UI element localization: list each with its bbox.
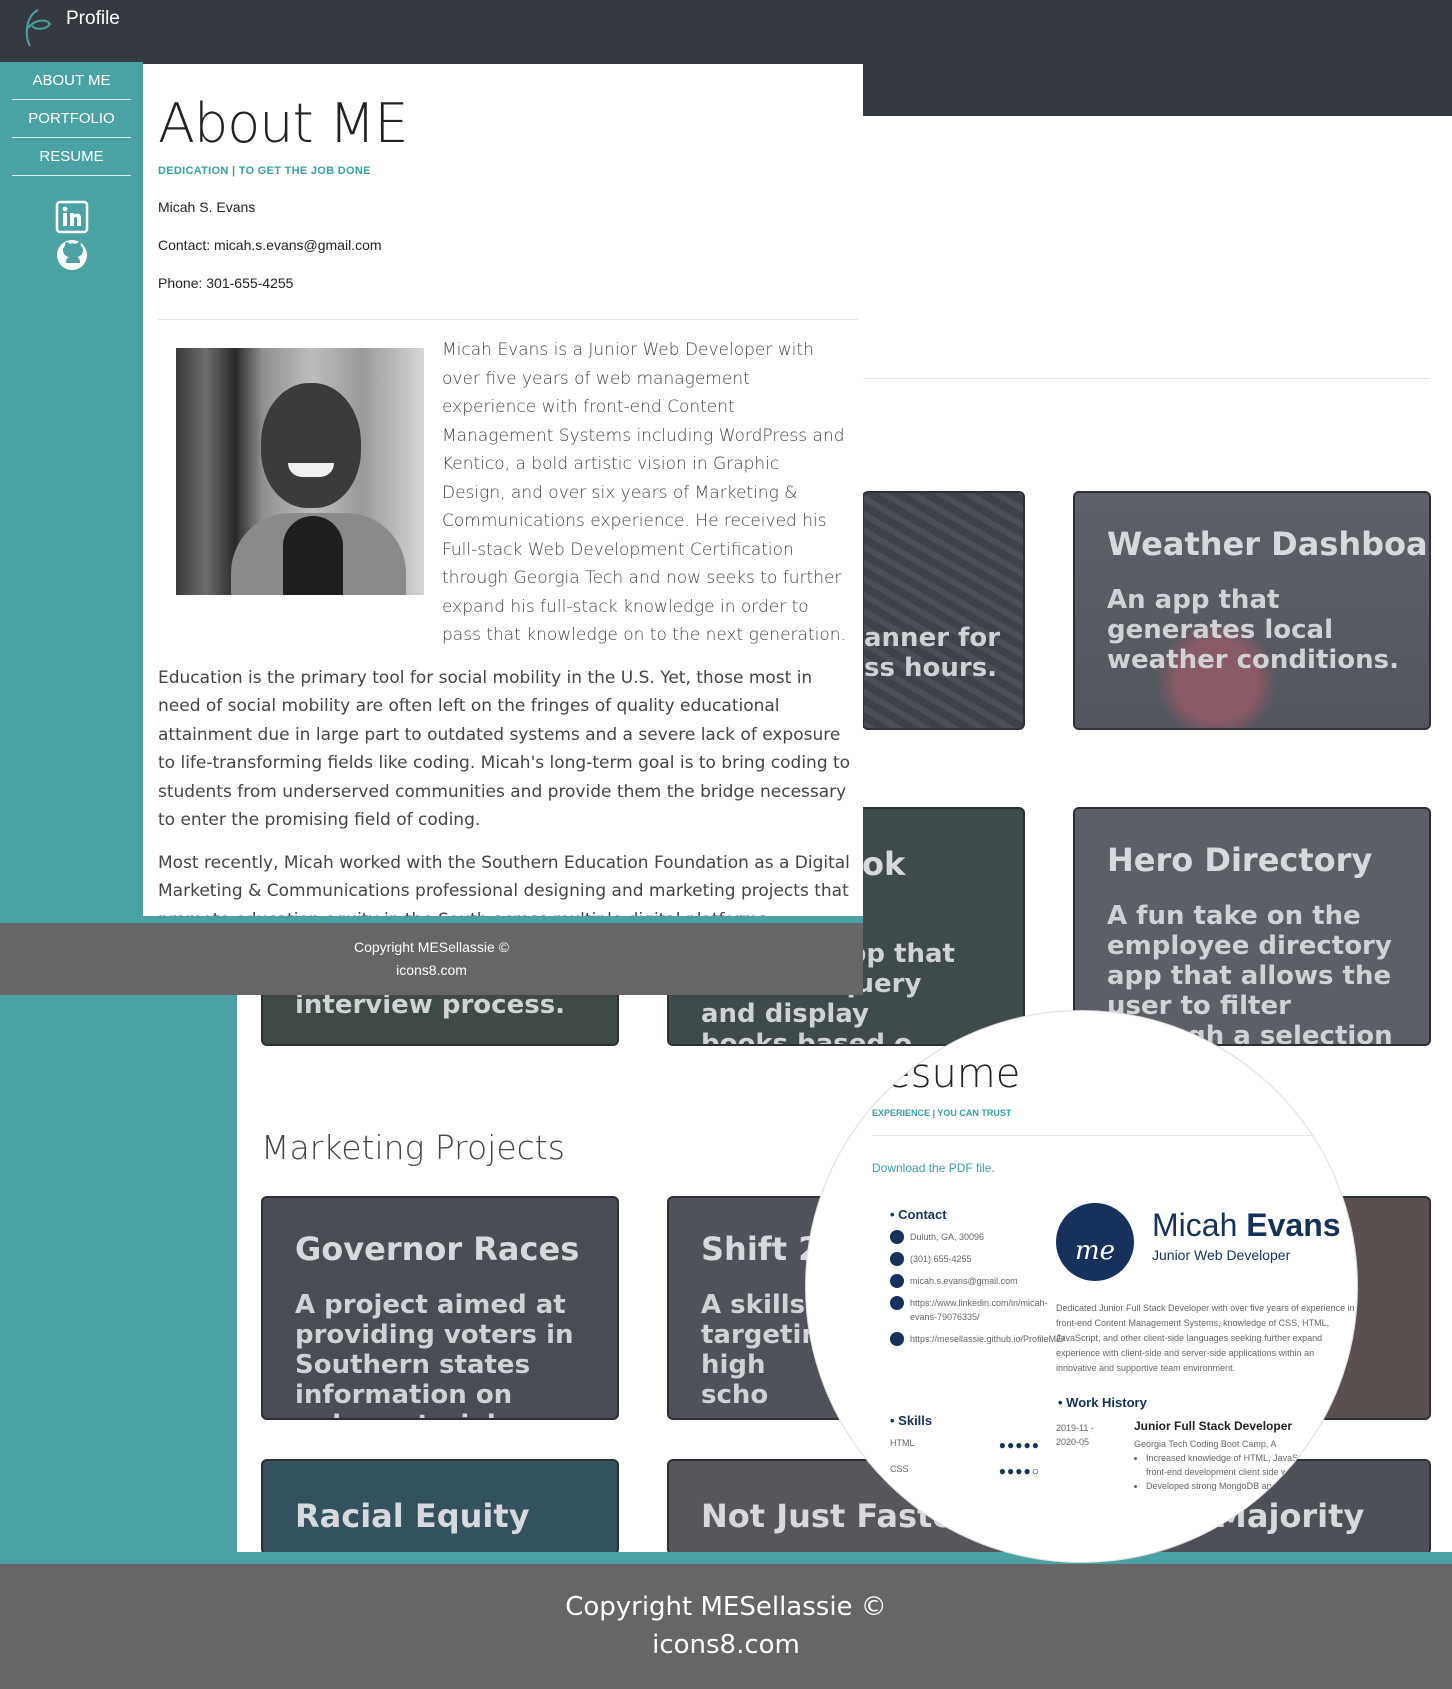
linkedin-icon[interactable] [55,200,89,234]
divider [158,319,858,320]
resume-contact: • Contact Duluth, GA, 30096 (301) 655-42… [890,1207,1065,1354]
contact-item[interactable]: https://mesellassie.github.io/ProfileME/ [890,1332,1065,1346]
resume-title: esume [886,1051,1021,1097]
about-name: Micah S. Evans [158,199,256,215]
card-title: Governor Races [295,1230,580,1268]
resume-summary: Dedicated Junior Full Stack Developer wi… [1056,1303,1355,1373]
card-description: An app that generates local weather cond… [1107,585,1400,675]
footer-copyright: Copyright MESellassie © [565,1592,887,1622]
marketing-projects-heading: Marketing Projects [261,1128,565,1167]
job-dates: 2019-11 - 2020-05 [1056,1423,1094,1447]
divider [872,1135,1318,1136]
portfolio-card[interactable]: anner for ss hours. [862,491,1025,730]
card-description: anner for ss hours. [864,623,1001,683]
page-footer: Copyright MESellassie © icons8.com [0,1564,1452,1689]
marketing-card-racial-equity[interactable]: Racial Equity [261,1459,619,1555]
resume-preview: esume EXPERIENCE | YOU CAN TRUST Downloa… [805,1010,1358,1563]
contact-item: micah.s.evans@gmail.com [890,1274,1040,1288]
portfolio-card-hero-directory[interactable]: Hero Directory A fun take on the employe… [1073,807,1431,1046]
sidebar-nav: ABOUT ME PORTFOLIO RESUME [0,62,143,922]
nav-about-me[interactable]: ABOUT ME [12,62,131,100]
divider [862,378,1430,379]
about-footer: Copyright MESellassie © icons8.com [0,923,863,995]
resume-skills: • Skills HTML ●●●●● CSS ●●●●○ [890,1413,1040,1490]
resume-name: Micah Evans [1152,1207,1341,1243]
phone-icon [890,1252,904,1266]
brand-title[interactable]: Profile [66,8,120,30]
skills-heading: • Skills [890,1413,933,1428]
skill-row: HTML ●●●●● [890,1438,1040,1452]
portfolio-card-weather-dashboard[interactable]: Weather Dashboard An app that generates … [1073,491,1431,730]
resume-avatar: me [1056,1203,1134,1281]
about-contact: Contact: micah.s.evans@gmail.com [158,237,382,253]
social-links [0,200,143,272]
job-entry: Junior Full Stack Developer Georgia Tech… [1134,1419,1334,1493]
resume-role: Junior Web Developer [1152,1247,1291,1263]
work-history-heading: • Work History [1058,1395,1147,1410]
footer-accent [0,1552,1452,1564]
footer-credit[interactable]: icons8.com [0,1626,1452,1664]
nav-resume[interactable]: RESUME [12,138,131,176]
resume-subtitle: EXPERIENCE | YOU CAN TRUST [872,1108,1012,1118]
contact-item: Duluth, GA, 30096 [890,1230,1040,1244]
about-paragraph: Education is the primary tool for social… [158,667,851,831]
nav-portfolio[interactable]: PORTFOLIO [12,100,131,138]
bio-row: Micah Evans is a Junior Web Developer wi… [158,340,849,650]
card-title: Racial Equity [295,1497,530,1535]
contact-heading: • Contact [890,1207,947,1222]
profile-photo [176,348,424,595]
card-title: Hero Directory [1107,841,1373,879]
bio-text: Micah Evans is a Junior Web Developer wi… [442,340,846,645]
job-bullets: Increased knowledge of HTML, JavaScript … [1146,1451,1334,1493]
about-panel: About ME DEDICATION | TO GET THE JOB DON… [143,64,863,930]
download-pdf-link[interactable]: Download the PDF file. [872,1161,995,1175]
email-icon [890,1274,904,1288]
card-title: ok [862,845,906,883]
about-footer-copyright: Copyright MESellassie © [353,939,510,955]
linkedin-icon [890,1296,904,1310]
logo-icon[interactable] [20,6,54,48]
card-description: A project aimed at providing voters in S… [295,1290,574,1418]
contact-item[interactable]: https://www.linkedin.com/in/micah-evans-… [890,1296,1048,1324]
job-org: Georgia Tech Coding Boot Camp, A [1134,1439,1277,1449]
link-icon [890,1332,904,1346]
github-icon[interactable] [55,238,89,272]
about-title: About ME [158,92,409,155]
marketing-card-governor-races[interactable]: Governor Races A project aimed at provid… [261,1196,619,1420]
card-title: Weather Dashboard [1107,525,1431,563]
about-accent [143,916,863,923]
about-phone: Phone: 301-655-4255 [158,275,294,291]
location-icon [890,1230,904,1244]
skill-row: CSS ●●●●○ [890,1464,1040,1478]
card-image [864,493,1023,728]
about-footer-credit[interactable]: icons8.com [0,959,863,982]
about-subtitle: DEDICATION | TO GET THE JOB DONE [158,165,371,177]
job-title: Junior Full Stack Developer [1134,1419,1293,1433]
contact-item: (301) 655-4255 [890,1252,1040,1266]
